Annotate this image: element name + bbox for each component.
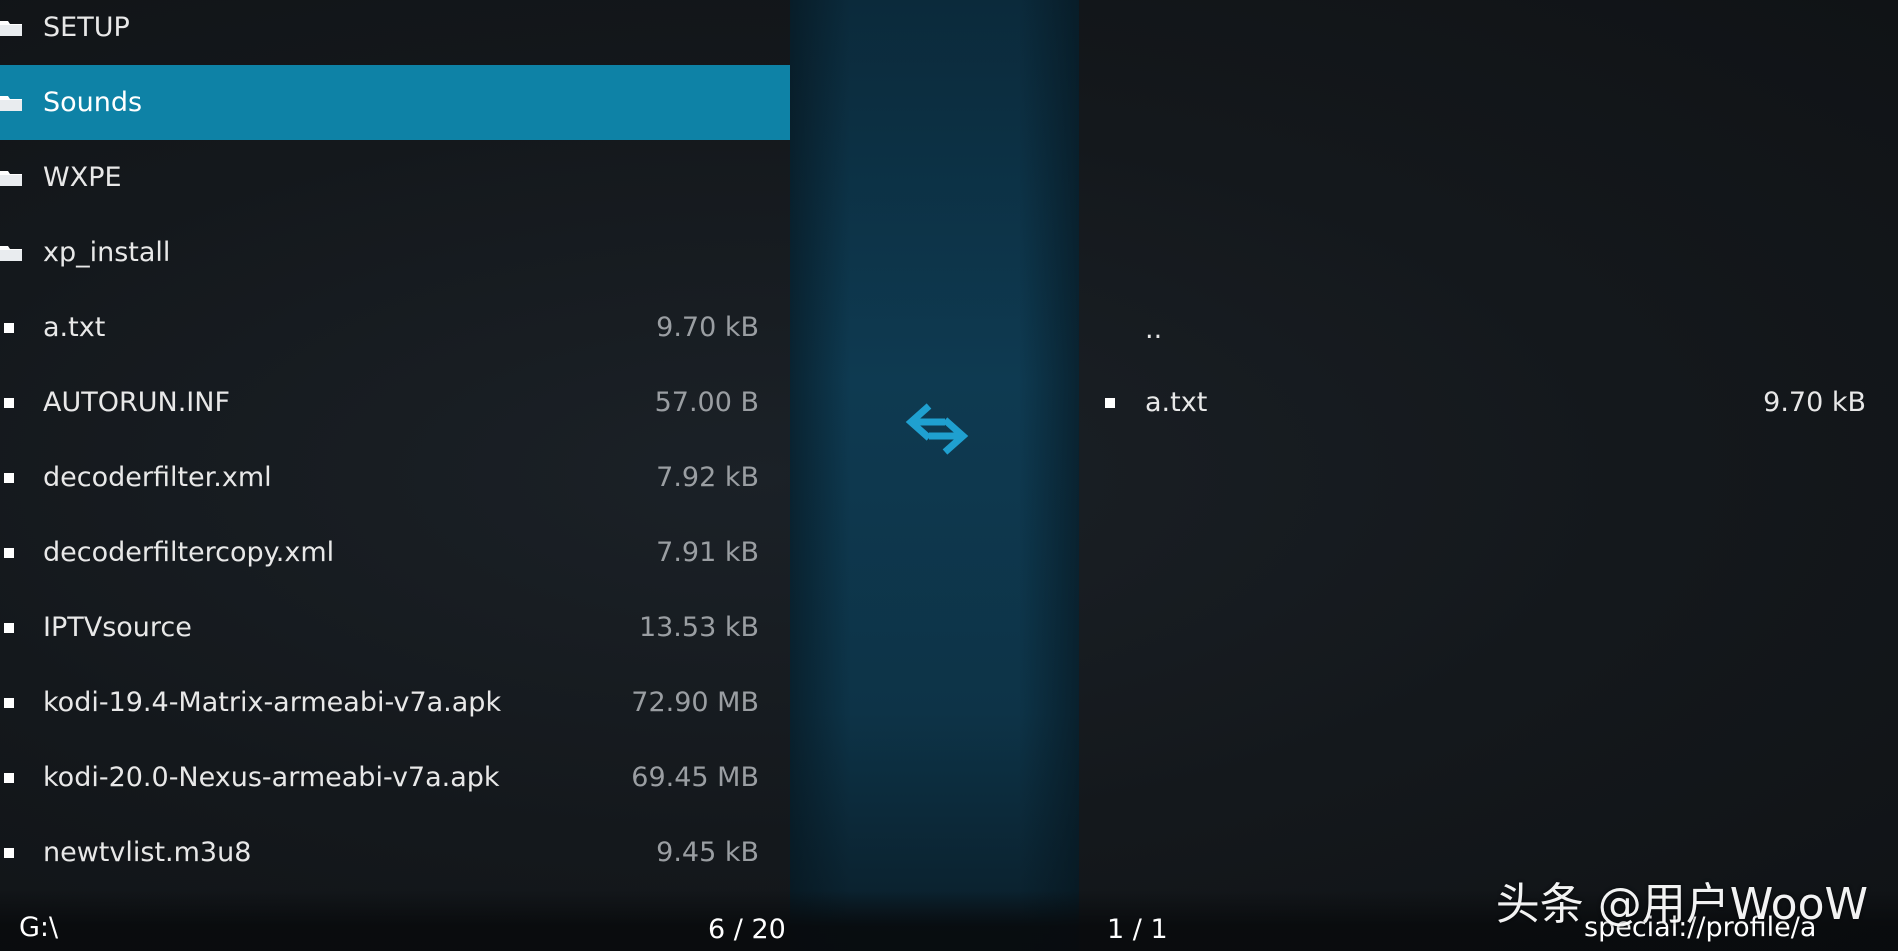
file-icon <box>0 465 26 491</box>
item-size: 7.91 kB <box>656 537 759 568</box>
item-name: SETUP <box>43 12 130 43</box>
item-size: 69.45 MB <box>631 762 759 793</box>
folder-list-item[interactable]: Sounds <box>0 65 790 140</box>
left-file-pane: SETUP Sounds WXPE xp_install a.txt 9.70 kB AUT… <box>0 0 790 951</box>
watermark: 头条 @用户WooW <box>1495 879 1868 930</box>
item-size: 13.53 kB <box>638 612 759 643</box>
item-name: WXPE <box>43 162 122 193</box>
right-list-item-parent[interactable]: .. <box>1079 292 1898 367</box>
file-list-item[interactable]: decoderfilter.xml 7.92 kB <box>0 440 790 515</box>
parent-dir-label: .. <box>1145 314 1163 345</box>
item-name: newtvlist.m3u8 <box>43 837 252 868</box>
file-list-item[interactable]: kodi-19.4-Matrix-armeabi-v7a.apk 72.90 MB <box>0 665 790 740</box>
file-icon <box>1105 397 1115 408</box>
file-name: a.txt <box>1145 387 1208 418</box>
item-name: Sounds <box>43 87 143 118</box>
file-icon <box>0 615 26 641</box>
file-icon <box>0 840 26 866</box>
folder-list-item[interactable]: xp_install <box>0 215 790 290</box>
item-size: 57.00 B <box>654 387 759 418</box>
folder-list-item[interactable]: WXPE <box>0 140 790 215</box>
item-name: AUTORUN.INF <box>43 387 230 418</box>
folder-icon <box>0 165 26 191</box>
item-name: IPTVsource <box>43 612 192 643</box>
file-list-item[interactable]: AUTORUN.INF 57.00 B <box>0 365 790 440</box>
file-icon <box>0 690 26 716</box>
item-name: decoderfilter.xml <box>43 462 272 493</box>
file-list-item[interactable]: a.txt 9.70 kB <box>0 290 790 365</box>
file-list-item[interactable]: kodi-20.0-Nexus-armeabi-v7a.apk 69.45 MB <box>0 740 790 815</box>
item-name: xp_install <box>43 237 171 268</box>
item-size: 7.92 kB <box>656 462 759 493</box>
file-icon <box>0 540 26 566</box>
item-name: a.txt <box>43 312 106 343</box>
file-icon <box>0 315 26 341</box>
folder-icon <box>0 240 26 266</box>
right-item-position: 1 / 1 <box>1107 914 1168 945</box>
item-name: kodi-19.4-Matrix-armeabi-v7a.apk <box>43 687 502 718</box>
file-list-item[interactable]: newtvlist.m3u8 9.45 kB <box>0 815 790 890</box>
file-size: 9.70 kB <box>1763 387 1866 418</box>
left-file-list: SETUP Sounds WXPE xp_install a.txt 9.70 kB AUT… <box>0 0 790 890</box>
right-list-item[interactable]: a.txt 9.70 kB <box>1079 365 1898 440</box>
file-manager-screen: SETUP Sounds WXPE xp_install a.txt 9.70 kB AUT… <box>0 0 1898 951</box>
file-list-item[interactable]: decoderfiltercopy.xml 7.91 kB <box>0 515 790 590</box>
item-size: 9.70 kB <box>656 312 759 343</box>
folder-list-item[interactable]: SETUP <box>0 0 790 65</box>
left-item-position: 6 / 20 <box>708 914 786 945</box>
file-list-item[interactable]: IPTVsource 13.53 kB <box>0 590 790 665</box>
item-size: 9.45 kB <box>656 837 759 868</box>
folder-icon <box>0 90 26 116</box>
item-size: 72.90 MB <box>631 687 759 718</box>
item-name: kodi-20.0-Nexus-armeabi-v7a.apk <box>43 762 500 793</box>
item-name: decoderfiltercopy.xml <box>43 537 335 568</box>
right-file-pane: .. a.txt 9.70 kB <box>1079 0 1898 951</box>
left-current-path: G:\ <box>19 912 59 943</box>
swap-arrows-icon[interactable] <box>903 398 971 460</box>
file-icon <box>0 390 26 416</box>
folder-icon <box>0 15 26 41</box>
pane-divider <box>790 0 1079 951</box>
file-icon <box>0 765 26 791</box>
